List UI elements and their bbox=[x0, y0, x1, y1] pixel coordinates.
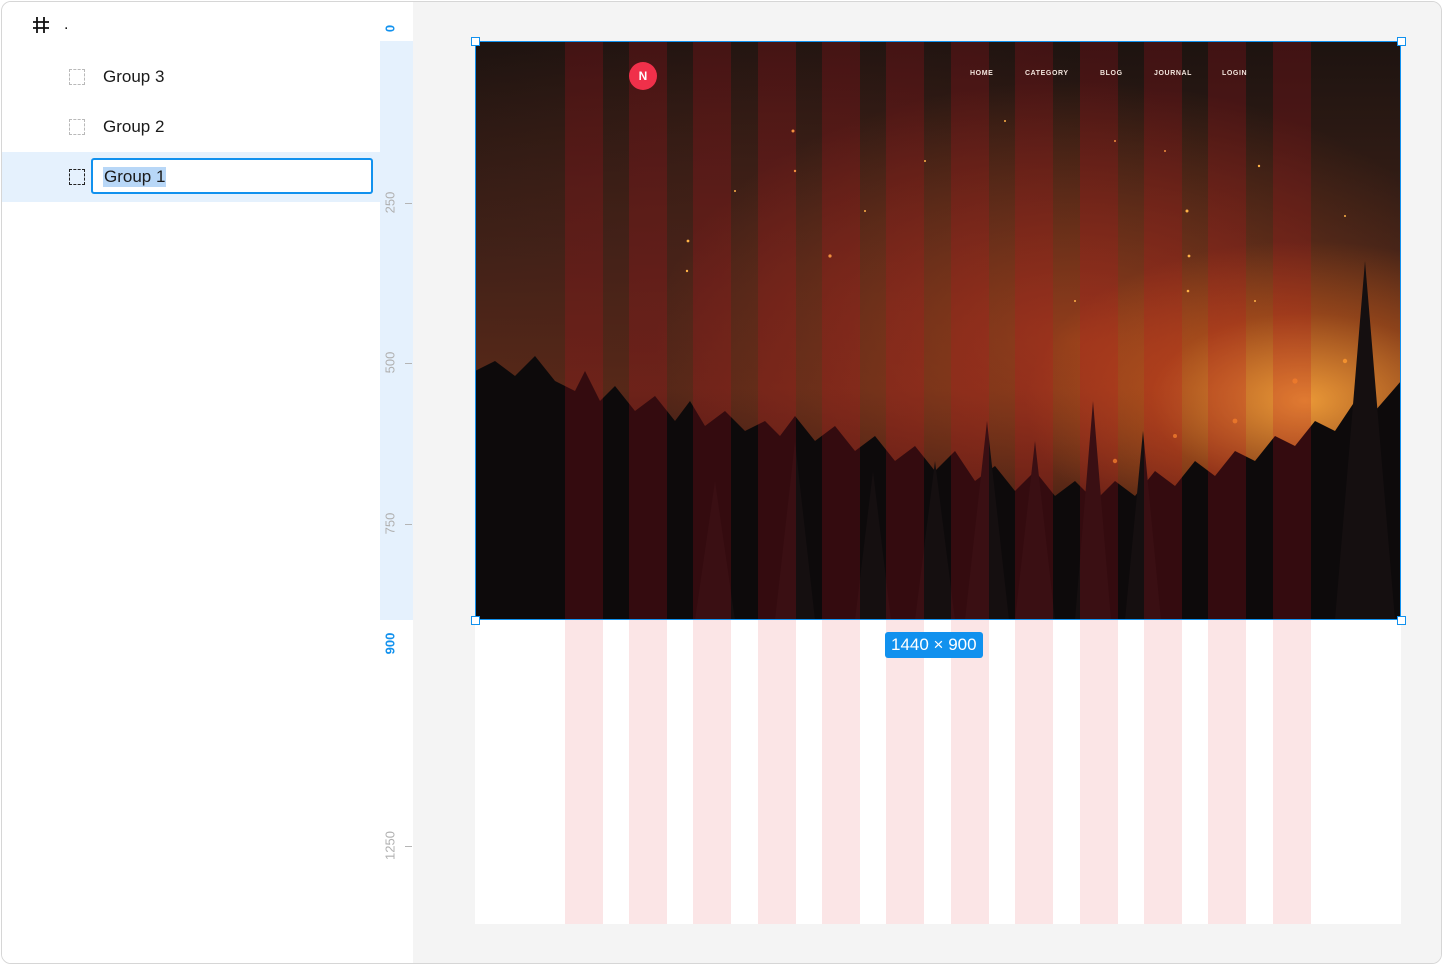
resize-handle-bottom-left[interactable] bbox=[471, 616, 480, 625]
layer-rename-value: Group 1 bbox=[103, 167, 167, 187]
layout-grid-column bbox=[1273, 620, 1311, 924]
frame-hash-icon bbox=[33, 17, 49, 33]
layer-label: Group 2 bbox=[103, 117, 165, 136]
site-logo[interactable]: N bbox=[629, 62, 657, 90]
layer-row-group-1[interactable]: Group 1 bbox=[2, 152, 380, 202]
layout-grid-column bbox=[1080, 41, 1118, 620]
design-frame[interactable]: N HOME CATEGORY BLOG JOURNAL LOGIN bbox=[475, 41, 1401, 924]
ruler-label: 250 bbox=[382, 191, 398, 214]
layout-grid-column bbox=[1144, 620, 1182, 924]
layout-grid-column bbox=[1015, 41, 1053, 620]
ruler-tick bbox=[405, 363, 412, 364]
nav-journal[interactable]: JOURNAL bbox=[1154, 70, 1192, 77]
nav-category[interactable]: CATEGORY bbox=[1025, 70, 1069, 77]
nav-home[interactable]: HOME bbox=[970, 70, 993, 77]
group-icon bbox=[69, 119, 85, 135]
layout-grid-column bbox=[565, 620, 603, 924]
layout-grid-column bbox=[1080, 620, 1118, 924]
ruler-label: 500 bbox=[382, 351, 398, 374]
frame-layer-row[interactable]: . bbox=[2, 2, 380, 52]
layout-grid-column bbox=[1208, 41, 1246, 620]
layer-rename-input[interactable]: Group 1 bbox=[91, 158, 373, 194]
canvas[interactable]: N HOME CATEGORY BLOG JOURNAL LOGIN 1440 … bbox=[413, 2, 1441, 963]
layout-grid-column bbox=[822, 620, 860, 924]
resize-handle-bottom-right[interactable] bbox=[1397, 616, 1406, 625]
resize-handle-top-right[interactable] bbox=[1397, 37, 1406, 46]
layer-row-group-3[interactable]: Group 3 bbox=[2, 52, 380, 102]
layer-label: Group 3 bbox=[103, 67, 165, 86]
layout-grid-column bbox=[693, 41, 731, 620]
ruler-label: 0 bbox=[382, 24, 398, 33]
layout-grid-column bbox=[1015, 620, 1053, 924]
frame-name: . bbox=[64, 16, 69, 33]
layout-grid-column bbox=[629, 41, 667, 620]
group-icon bbox=[69, 69, 85, 85]
layers-panel: . Group 3 Group 2 Group 1 bbox=[2, 2, 381, 963]
layout-grid-column bbox=[886, 620, 924, 924]
ruler-label: 1250 bbox=[382, 831, 398, 860]
layout-grid-column bbox=[886, 41, 924, 620]
hero-image[interactable]: N HOME CATEGORY BLOG JOURNAL LOGIN bbox=[475, 41, 1401, 620]
resize-handle-top-left[interactable] bbox=[471, 37, 480, 46]
layout-grid-column bbox=[951, 41, 989, 620]
ruler-tick bbox=[405, 203, 412, 204]
layout-grid-column bbox=[1144, 41, 1182, 620]
layout-grid-column bbox=[565, 41, 603, 620]
layout-grid-column bbox=[822, 41, 860, 620]
layout-grid-column bbox=[758, 41, 796, 620]
ruler-label: 750 bbox=[382, 512, 398, 535]
selection-size-badge: 1440 × 900 bbox=[885, 632, 983, 658]
layout-grid-column bbox=[951, 620, 989, 924]
ruler-tick bbox=[405, 524, 412, 525]
nav-blog[interactable]: BLOG bbox=[1100, 70, 1123, 77]
layout-grid-column bbox=[693, 620, 731, 924]
layout-grid-column bbox=[758, 620, 796, 924]
layer-row-group-2[interactable]: Group 2 bbox=[2, 102, 380, 152]
forest-fire-illustration bbox=[475, 120, 1401, 620]
ruler-tick bbox=[405, 846, 412, 847]
ruler-label: 900 bbox=[382, 632, 398, 655]
group-icon bbox=[69, 169, 85, 185]
layout-grid-column bbox=[1208, 620, 1246, 924]
figma-window: . Group 3 Group 2 Group 1 0 250 500 750 … bbox=[1, 1, 1442, 964]
layout-grid-column bbox=[629, 620, 667, 924]
vertical-ruler[interactable]: 0 250 500 750 900 1250 bbox=[380, 2, 414, 963]
nav-login[interactable]: LOGIN bbox=[1222, 70, 1247, 77]
layout-grid-column bbox=[1273, 41, 1311, 620]
